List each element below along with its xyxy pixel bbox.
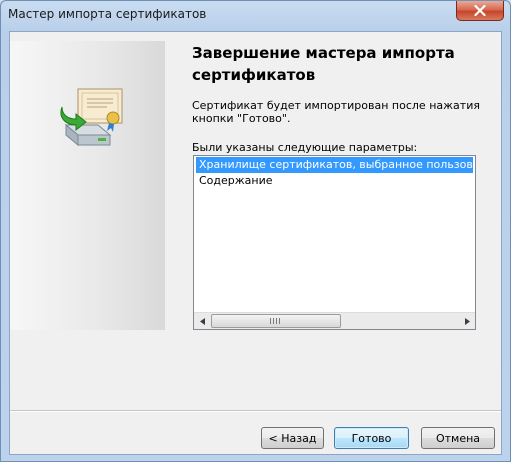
close-icon — [474, 5, 486, 16]
scroll-left-button[interactable] — [194, 313, 211, 329]
cancel-button[interactable]: Отмена — [421, 427, 495, 449]
certificate-import-wizard-icon — [60, 88, 123, 147]
scroll-thumb[interactable] — [211, 314, 341, 328]
footer-divider — [10, 410, 501, 412]
params-listbox[interactable]: Хранилище сертификатов, выбранное пользо… — [193, 155, 476, 330]
page-title: Завершение мастера импорта сертификатов — [192, 44, 455, 84]
page-description: Сертификат будет импортирован после нажа… — [192, 99, 480, 125]
arrow-right-icon — [464, 317, 470, 325]
close-button[interactable] — [456, 1, 504, 21]
wizard-window: Мастер импорта сертификатов Завершение м… — [0, 0, 511, 462]
arrow-left-icon — [199, 317, 205, 325]
title-bar[interactable]: Мастер импорта сертификатов — [1, 1, 510, 29]
list-item-store[interactable]: Хранилище сертификатов, выбранное пользо… — [196, 157, 473, 173]
window-title: Мастер импорта сертификатов — [8, 7, 207, 21]
scroll-right-button[interactable] — [458, 313, 475, 329]
horizontal-scrollbar[interactable] — [194, 312, 475, 329]
scroll-grip — [270, 318, 280, 324]
finish-button[interactable]: Готово — [334, 427, 409, 449]
wizard-side-panel — [10, 41, 165, 330]
back-button[interactable]: < Назад — [261, 427, 324, 449]
params-label: Были указаны следующие параметры: — [192, 141, 418, 154]
wizard-content: Завершение мастера импорта сертификатов … — [9, 31, 502, 455]
list-item-content[interactable]: Содержание — [196, 173, 273, 189]
